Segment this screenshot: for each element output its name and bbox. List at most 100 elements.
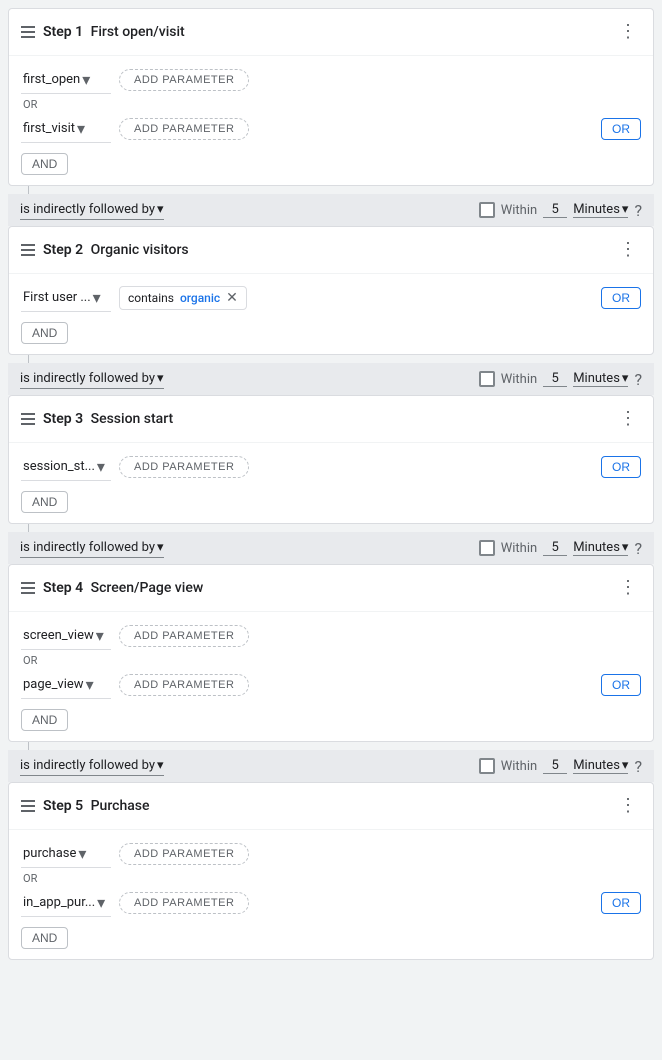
event-select-first-open[interactable]: first_open ▾ (21, 66, 111, 94)
dropdown-arrow-first-open: ▾ (82, 70, 90, 89)
event-select-first-visit[interactable]: first_visit ▾ (21, 115, 111, 143)
connector-row-2: is indirectly followed by ▾ Within 5 Min… (8, 363, 654, 395)
event-row-screen-view: screen_view ▾ ADD PARAMETER (21, 622, 641, 650)
step-2-number: Step 2 (43, 242, 83, 258)
add-param-btn-purchase[interactable]: ADD PARAMETER (119, 843, 249, 865)
help-icon-1[interactable]: ? (634, 201, 642, 220)
dropdown-arrow-first-user: ▾ (93, 288, 101, 307)
connector-label-1: is indirectly followed by (20, 202, 155, 217)
step-3-number: Step 3 (43, 411, 83, 427)
step-2-more-icon[interactable]: ⋮ (615, 237, 641, 263)
or-btn-step5[interactable]: OR (601, 892, 641, 914)
and-btn-step1[interactable]: AND (21, 153, 68, 175)
step-4-name: Screen/Page view (91, 580, 204, 596)
or-btn-step3[interactable]: OR (601, 456, 641, 478)
drag-handle-icon-2 (21, 244, 35, 256)
within-unit-2[interactable]: Minutes ▾ (573, 371, 628, 387)
event-name-first-user: First user ... (23, 290, 91, 305)
or-label-row-1: OR (21, 98, 641, 111)
dropdown-arrow-purchase: ▾ (78, 844, 86, 863)
event-select-purchase[interactable]: purchase ▾ (21, 840, 111, 868)
connector-arrow-3: ▾ (157, 540, 164, 555)
within-value-4: 5 (543, 758, 567, 774)
within-unit-3[interactable]: Minutes ▾ (573, 540, 628, 556)
add-param-btn-session[interactable]: ADD PARAMETER (119, 456, 249, 478)
chip-close-icon[interactable]: ✕ (226, 291, 238, 305)
step-5-more-icon[interactable]: ⋮ (615, 793, 641, 819)
step-1-body: first_open ▾ ADD PARAMETER OR first_visi… (9, 56, 653, 185)
event-row-first-open: first_open ▾ ADD PARAMETER (21, 66, 641, 94)
event-name-screen-view: screen_view (23, 628, 94, 643)
step-2-name: Organic visitors (91, 242, 189, 258)
connector-2-wrap: is indirectly followed by ▾ Within 5 Min… (8, 355, 654, 395)
drag-handle-icon (21, 26, 35, 38)
step-2-title: Step 2 Organic visitors (43, 242, 615, 258)
and-btn-step2[interactable]: AND (21, 322, 68, 344)
step-1-more-icon[interactable]: ⋮ (615, 19, 641, 45)
step-card-4: Step 4 Screen/Page view ⋮ screen_view ▾ … (8, 564, 654, 742)
connector-arrow-1: ▾ (157, 202, 164, 217)
step-1-title: Step 1 First open/visit (43, 24, 615, 40)
within-checkbox-2[interactable] (479, 371, 495, 387)
event-name-purchase: purchase (23, 846, 76, 861)
event-select-in-app-pur[interactable]: in_app_pur... ▾ (21, 889, 111, 917)
help-icon-4[interactable]: ? (634, 757, 642, 776)
or-btn-step1[interactable]: OR (601, 118, 641, 140)
add-param-btn-first-open[interactable]: ADD PARAMETER (119, 69, 249, 91)
within-unit-1[interactable]: Minutes ▾ (573, 202, 628, 218)
event-select-session[interactable]: session_st... ▾ (21, 453, 111, 481)
unit-arrow-1: ▾ (622, 202, 629, 217)
event-row-session: session_st... ▾ ADD PARAMETER OR (21, 453, 641, 481)
step-3-name: Session start (91, 411, 174, 427)
connector-arrow-2: ▾ (157, 371, 164, 386)
connector-4-wrap: is indirectly followed by ▾ Within 5 Min… (8, 742, 654, 782)
add-param-btn-first-visit[interactable]: ADD PARAMETER (119, 118, 249, 140)
or-btn-step2[interactable]: OR (601, 287, 641, 309)
help-icon-3[interactable]: ? (634, 539, 642, 558)
within-checkbox-4[interactable] (479, 758, 495, 774)
event-select-screen-view[interactable]: screen_view ▾ (21, 622, 111, 650)
within-unit-4[interactable]: Minutes ▾ (573, 758, 628, 774)
connector-select-2[interactable]: is indirectly followed by ▾ (20, 369, 164, 389)
help-icon-2[interactable]: ? (634, 370, 642, 389)
connector-3-wrap: is indirectly followed by ▾ Within 5 Min… (8, 524, 654, 564)
connector-select-1[interactable]: is indirectly followed by ▾ (20, 200, 164, 220)
event-name-first-visit: first_visit (23, 121, 75, 136)
event-name-first-open: first_open (23, 72, 80, 87)
add-param-btn-screen-view[interactable]: ADD PARAMETER (119, 625, 249, 647)
step-5-title: Step 5 Purchase (43, 798, 615, 814)
or-btn-step4[interactable]: OR (601, 674, 641, 696)
unit-label-1: Minutes (573, 202, 620, 217)
event-row-first-user: First user ... ▾ contains organic ✕ OR (21, 284, 641, 312)
and-btn-step5[interactable]: AND (21, 927, 68, 949)
step-1-number: Step 1 (43, 24, 83, 40)
step-3-body: session_st... ▾ ADD PARAMETER OR AND (9, 443, 653, 523)
connector-within-2: Within 5 Minutes ▾ ? (479, 370, 642, 389)
dropdown-arrow-page-view: ▾ (86, 675, 94, 694)
within-checkbox-1[interactable] (479, 202, 495, 218)
dropdown-arrow-in-app-pur: ▾ (97, 893, 105, 912)
unit-label-4: Minutes (573, 758, 620, 773)
connector-line-2 (28, 355, 29, 363)
connector-select-3[interactable]: is indirectly followed by ▾ (20, 538, 164, 558)
event-select-page-view[interactable]: page_view ▾ (21, 671, 111, 699)
or-separator-4: OR (23, 654, 37, 667)
connector-row-3: is indirectly followed by ▾ Within 5 Min… (8, 532, 654, 564)
step-3-more-icon[interactable]: ⋮ (615, 406, 641, 432)
add-param-btn-page-view[interactable]: ADD PARAMETER (119, 674, 249, 696)
event-select-first-user[interactable]: First user ... ▾ (21, 284, 111, 312)
and-btn-step4[interactable]: AND (21, 709, 68, 731)
add-param-btn-in-app-pur[interactable]: ADD PARAMETER (119, 892, 249, 914)
step-2-header: Step 2 Organic visitors ⋮ (9, 227, 653, 274)
step-2-body: First user ... ▾ contains organic ✕ OR A… (9, 274, 653, 354)
and-btn-step3[interactable]: AND (21, 491, 68, 513)
within-checkbox-3[interactable] (479, 540, 495, 556)
within-value-3: 5 (543, 540, 567, 556)
within-value-1: 5 (543, 202, 567, 218)
step-card-5: Step 5 Purchase ⋮ purchase ▾ ADD PARAMET… (8, 782, 654, 960)
connector-select-4[interactable]: is indirectly followed by ▾ (20, 756, 164, 776)
step-4-more-icon[interactable]: ⋮ (615, 575, 641, 601)
step-card-3: Step 3 Session start ⋮ session_st... ▾ A… (8, 395, 654, 524)
connector-within-3: Within 5 Minutes ▾ ? (479, 539, 642, 558)
connector-line-3 (28, 524, 29, 532)
